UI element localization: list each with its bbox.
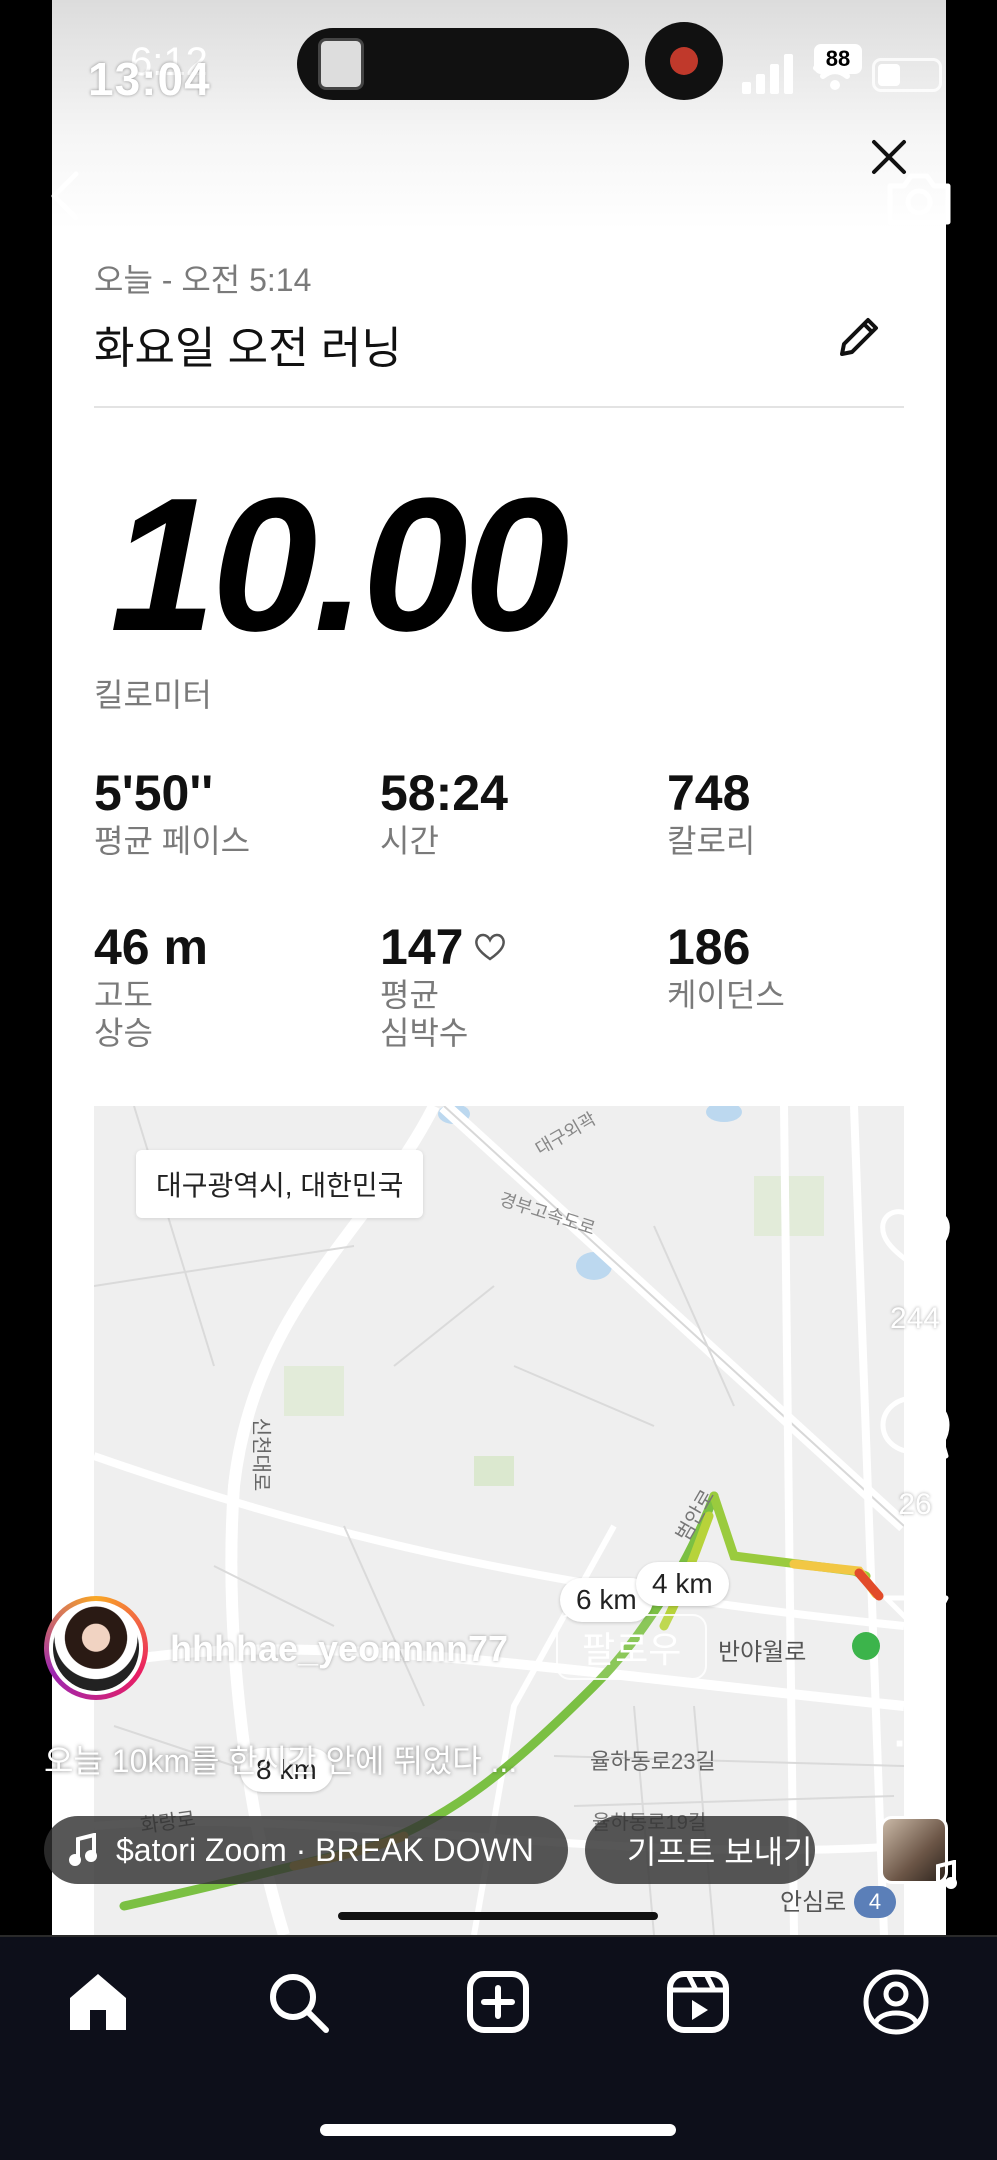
stat-heart-rate: 147 평균 심박수 [380,918,507,1053]
cellular-signal-icon [742,54,793,94]
stat-value: 46 m [94,919,208,975]
distance-unit: 킬로미터 [94,677,212,713]
back-arrow-icon[interactable] [44,168,84,224]
reels-icon[interactable] [666,1970,730,2034]
header-divider [94,406,904,408]
music-pill[interactable]: $atori Zoom · BREAK DOWN [44,1816,568,1884]
battery-icon [872,58,942,92]
stat-time: 58:24 시간 [380,764,508,860]
music-note-icon [929,1860,957,1893]
km-marker-4: 4 km [636,1562,729,1606]
create-post-icon[interactable] [466,1970,530,2034]
post-caption[interactable]: 오늘 10km를 한시간 안에 뛰었다 ... [44,1736,517,1782]
more-options-icon[interactable]: ··· [894,1722,943,1767]
heart-outline-icon [475,933,506,961]
route-end-marker [852,1632,880,1660]
stat-cadence: 186 케이던스 [667,918,785,1014]
share-send-icon[interactable] [882,1592,950,1656]
map-location-label: 대구광역시, 대한민국 [136,1150,424,1218]
follow-button[interactable]: 팔로우 [556,1614,708,1680]
home-icon[interactable] [66,1970,130,2034]
road-label: 율하동로23길 [590,1749,716,1774]
stat-label: 평균 페이스 [94,823,251,859]
status-time: 13:04 [88,53,211,105]
record-dot-icon [670,47,698,75]
gift-pill[interactable]: 기프트 보내기 [585,1816,815,1884]
stat-value: 748 [667,765,751,821]
stat-elevation: 46 m 고도 상승 [94,918,208,1053]
stat-label: 고도 상승 [94,977,153,1052]
comment-count: 26 [898,1488,932,1521]
route-number-badge: 4 [854,1886,896,1918]
comment-bubble-icon[interactable] [878,1392,952,1464]
run-title: 화요일 오전 러닝 [94,324,402,373]
stat-calories: 748 칼로리 [667,764,755,860]
road-label: 안심로 [780,1889,847,1916]
road-label: 신천대로 [249,1417,272,1492]
stat-avg-pace: 5'50'' 평균 페이스 [94,764,250,860]
road-label: 반야월로 [718,1639,807,1666]
gift-label: 기프트 보내기 [627,1834,813,1870]
stat-label: 칼로리 [667,823,756,859]
inner-battery-badge: 88 [814,44,862,74]
route-map[interactable] [94,1106,904,1935]
stat-value: 5'50'' [94,765,214,821]
stat-label: 평균 심박수 [380,977,469,1052]
stat-value: 186 [667,919,751,975]
island-album-thumbnail [318,38,364,90]
distance-value: 10.00 [110,459,569,671]
home-indicator [320,2124,676,2136]
like-count: 244 [889,1302,941,1335]
music-note-icon [69,1833,97,1866]
camera-icon[interactable] [884,168,954,228]
inner-home-indicator [338,1912,658,1920]
stat-value: 58:24 [380,765,508,821]
search-icon[interactable] [266,1970,330,2034]
username[interactable]: hhhhae_yeonnnn77 [170,1628,508,1670]
stat-label: 케이던스 [667,977,785,1013]
edit-pencil-icon[interactable] [836,314,882,360]
stat-value: 147 [380,919,464,975]
profile-icon[interactable] [862,1968,930,2036]
run-date: 오늘 - 오전 5:14 [94,262,312,298]
map-roads [94,1106,904,1935]
stat-label: 시간 [380,823,439,859]
like-heart-icon[interactable] [878,1204,952,1270]
avatar[interactable] [44,1596,148,1700]
music-track-label: $atori Zoom · BREAK DOWN [116,1831,534,1868]
